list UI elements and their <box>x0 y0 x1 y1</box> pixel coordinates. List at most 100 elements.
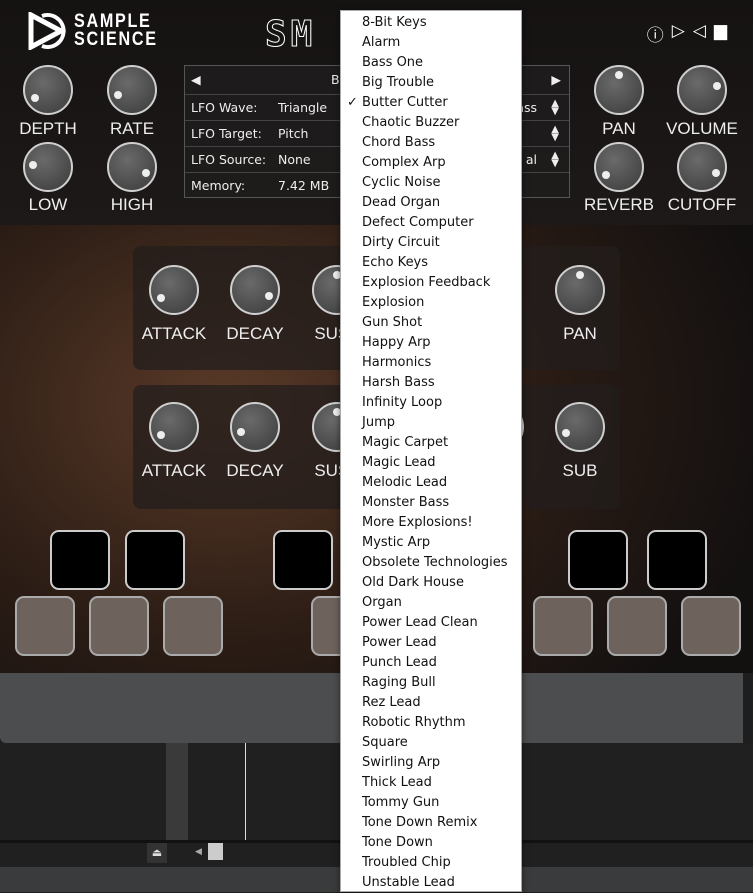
folder-icon[interactable]: ▆ <box>714 21 727 46</box>
menu-item-label: Chord Bass <box>362 135 436 150</box>
menu-item[interactable]: Cyclic Noise <box>341 173 521 193</box>
menu-item-label: Tone Down <box>362 835 433 850</box>
menu-item[interactable]: Harmonics <box>341 353 521 373</box>
menu-item[interactable]: Square <box>341 733 521 753</box>
menu-item[interactable]: Organ <box>341 593 521 613</box>
menu-item[interactable]: Swirling Arp <box>341 753 521 773</box>
menu-item-label: Infinity Loop <box>362 395 443 410</box>
knob[interactable] <box>555 402 605 452</box>
menu-item[interactable]: Dead Organ <box>341 193 521 213</box>
menu-item[interactable]: Dirty Circuit <box>341 233 521 253</box>
knob[interactable] <box>555 265 605 315</box>
menu-item[interactable]: Jump <box>341 413 521 433</box>
row-label: LFO Target: <box>191 126 262 141</box>
black-key-pad[interactable] <box>273 530 333 590</box>
white-key-pad[interactable] <box>607 596 667 656</box>
knob[interactable] <box>107 142 157 192</box>
knob[interactable] <box>677 65 727 115</box>
menu-item[interactable]: Happy Arp <box>341 333 521 353</box>
knob-label: LOW <box>28 195 68 214</box>
knob[interactable] <box>230 402 280 452</box>
menu-item[interactable]: ✓ Butter Cutter <box>341 93 521 113</box>
menu-item[interactable]: Explosion Feedback <box>341 273 521 293</box>
black-key-pad[interactable] <box>125 530 185 590</box>
playhead[interactable] <box>245 743 246 840</box>
menu-item[interactable]: Punch Lead <box>341 653 521 673</box>
menu-item[interactable]: Magic Lead <box>341 453 521 473</box>
white-key-pad[interactable] <box>163 596 223 656</box>
menu-item-label: Punch Lead <box>362 655 437 670</box>
menu-item[interactable]: Gun Shot <box>341 313 521 333</box>
menu-item[interactable]: Harsh Bass <box>341 373 521 393</box>
menu-item[interactable]: Explosion <box>341 293 521 313</box>
menu-item[interactable]: Mystic Arp <box>341 533 521 553</box>
menu-item[interactable]: Old Dark House <box>341 573 521 593</box>
knob[interactable] <box>23 142 73 192</box>
knob-label: RATE <box>109 119 155 138</box>
menu-item[interactable]: Complex Arp <box>341 153 521 173</box>
row-value[interactable]: None <box>278 152 311 167</box>
black-key-pad[interactable] <box>50 530 110 590</box>
eject-button[interactable]: ⏏ <box>147 843 167 863</box>
menu-item[interactable]: Troubled Chip <box>341 853 521 873</box>
menu-item[interactable]: Power Lead <box>341 633 521 653</box>
white-key-pad[interactable] <box>89 596 149 656</box>
white-key-pad[interactable] <box>15 596 75 656</box>
row-value[interactable]: Triangle <box>278 100 327 115</box>
knob[interactable] <box>677 142 727 192</box>
knob-label: SUB <box>562 461 598 480</box>
knob[interactable] <box>149 402 199 452</box>
menu-item-label: Echo Keys <box>362 255 429 270</box>
menu-item[interactable]: Alarm <box>341 33 521 53</box>
menu-item[interactable]: Unstable Lead <box>341 873 521 893</box>
menu-item[interactable]: Thick Lead <box>341 773 521 793</box>
menu-item[interactable]: Rez Lead <box>341 693 521 713</box>
row-value[interactable]: Pitch <box>278 126 308 141</box>
checkmark-icon: ✓ <box>347 95 358 110</box>
menu-item-label: Old Dark House <box>362 575 464 590</box>
menu-item[interactable]: Chord Bass <box>341 133 521 153</box>
menu-item[interactable]: Tommy Gun <box>341 793 521 813</box>
menu-item-label: Tommy Gun <box>362 795 440 810</box>
menu-item[interactable]: Tone Down Remix <box>341 813 521 833</box>
menu-item[interactable]: Monster Bass <box>341 493 521 513</box>
menu-item[interactable]: Chaotic Buzzer <box>341 113 521 133</box>
knob[interactable] <box>594 65 644 115</box>
menu-item[interactable]: Magic Carpet <box>341 433 521 453</box>
speaker-icon[interactable]: ◁ <box>693 21 706 46</box>
black-key-pad[interactable] <box>568 530 628 590</box>
info-icon[interactable]: ⓘ <box>647 21 664 46</box>
scroll-left-arrow[interactable]: ◀ <box>195 847 202 857</box>
menu-item[interactable]: Obsolete Technologies <box>341 553 521 573</box>
stepper-icon[interactable]: ▲ ▼ <box>551 124 559 142</box>
menu-item[interactable]: Infinity Loop <box>341 393 521 413</box>
menu-item[interactable]: Robotic Rhythm <box>341 713 521 733</box>
knob[interactable] <box>594 142 644 192</box>
menu-item[interactable]: More Explosions! <box>341 513 521 533</box>
knob[interactable] <box>149 265 199 315</box>
white-key-pad[interactable] <box>681 596 741 656</box>
white-key-pad[interactable] <box>533 596 593 656</box>
scrollbar-thumb[interactable] <box>208 843 223 860</box>
stepper-icon[interactable]: ▲ ▼ <box>551 150 559 168</box>
menu-item[interactable]: Melodic Lead <box>341 473 521 493</box>
menu-item[interactable]: Raging Bull <box>341 673 521 693</box>
menu-item[interactable]: Power Lead Clean <box>341 613 521 633</box>
menu-item[interactable]: 8-Bit Keys <box>341 13 521 33</box>
play-icon[interactable]: ▷ <box>672 21 685 46</box>
stepper-icon[interactable]: ▲ ▼ <box>551 98 559 116</box>
prev-preset-arrow[interactable]: ◀ <box>191 72 201 87</box>
menu-item[interactable]: Big Trouble <box>341 73 521 93</box>
menu-item[interactable]: Bass One <box>341 53 521 73</box>
knob[interactable] <box>23 65 73 115</box>
knob-label: DECAY <box>226 324 284 343</box>
menu-item[interactable]: Echo Keys <box>341 253 521 273</box>
row-right-value[interactable]: al <box>526 152 537 167</box>
menu-item[interactable]: Defect Computer <box>341 213 521 233</box>
knob[interactable] <box>107 65 157 115</box>
preset-name[interactable]: B <box>331 72 340 87</box>
knob[interactable] <box>230 265 280 315</box>
black-key-pad[interactable] <box>647 530 707 590</box>
menu-item[interactable]: Tone Down <box>341 833 521 853</box>
next-preset-arrow[interactable]: ▶ <box>551 72 561 87</box>
